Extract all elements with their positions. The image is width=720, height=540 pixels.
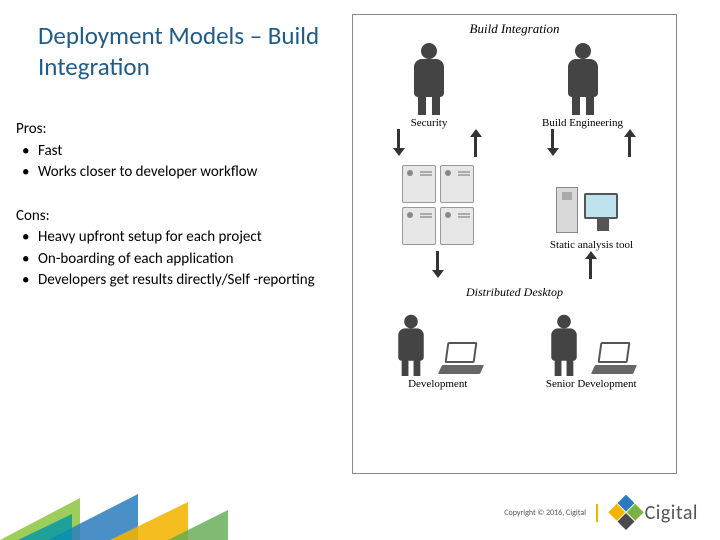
logo-mark-icon	[607, 495, 644, 532]
slide: Deployment Models – Build Integration Pr…	[0, 0, 720, 540]
build-eng-cell: Build Engineering	[542, 43, 623, 129]
divider	[596, 504, 598, 522]
person-icon	[391, 315, 430, 376]
arrow-up-icon	[623, 129, 637, 157]
cons-list: Heavy upfront setup for each project On-…	[16, 228, 336, 291]
security-cell: Security	[406, 43, 452, 129]
footer: Copyright © 2016, Cigital Cigital	[0, 480, 720, 540]
laptop-icon	[438, 342, 488, 376]
distributed-label: Distributed Desktop	[361, 285, 668, 300]
build-eng-label: Build Engineering	[542, 117, 623, 129]
diagram-title: Build Integration	[361, 21, 668, 37]
diagram-row-mid: Static analysis tool	[361, 161, 668, 251]
list-item: Developers get results directly/Self -re…	[38, 271, 336, 291]
senior-dev-cell: Senior Development	[541, 304, 641, 390]
diagram-row-top: Security Build Engineering	[361, 43, 668, 129]
static-tool-label: Static analysis tool	[550, 239, 633, 251]
body-text: Pros: Fast Works closer to developer wor…	[16, 120, 336, 293]
person-icon	[560, 43, 606, 115]
pros-list: Fast Works closer to developer workflow	[16, 142, 336, 183]
brand-name: Cigital	[645, 501, 698, 525]
pros-label: Pros:	[16, 120, 336, 140]
diagram: Build Integration Security Build Enginee…	[352, 14, 677, 474]
arrows-row	[361, 129, 668, 157]
arrow-down-icon	[431, 251, 445, 279]
copyright: Copyright © 2016, Cigital	[504, 508, 586, 518]
list-item: Heavy upfront setup for each project	[38, 228, 336, 248]
list-item: Fast	[38, 142, 336, 162]
person-icon	[545, 315, 584, 376]
laptop-icon	[591, 342, 641, 376]
diagram-row-bot: Development Senior Development	[361, 304, 668, 390]
decorative-triangles	[0, 480, 300, 540]
security-label: Security	[411, 117, 448, 129]
arrow-down-icon	[546, 129, 560, 157]
tool-cell: Static analysis tool	[550, 171, 633, 251]
arrow-down-icon	[392, 129, 406, 157]
development-label: Development	[408, 378, 467, 390]
workstation-icon	[556, 171, 626, 237]
arrow-up-icon	[584, 251, 598, 279]
list-item: Works closer to developer workflow	[38, 163, 336, 183]
person-icon	[406, 43, 452, 115]
servers-icon	[396, 161, 480, 251]
arrow-up-icon	[469, 129, 483, 157]
servers-cell	[396, 161, 480, 251]
arrows-row	[361, 251, 668, 279]
cons-label: Cons:	[16, 207, 336, 227]
dev-cell: Development	[388, 304, 488, 390]
brand-logo: Cigital	[613, 500, 698, 526]
senior-dev-label: Senior Development	[546, 378, 637, 390]
slide-title: Deployment Models – Build Integration	[38, 20, 338, 83]
list-item: On-boarding of each application	[38, 250, 336, 270]
